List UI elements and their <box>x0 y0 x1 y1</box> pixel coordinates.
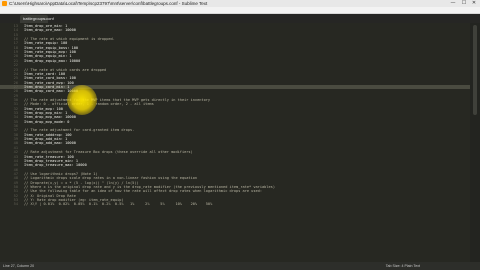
status-bar: Line 27, Column 20 Tab Size: 4 Plain Tex… <box>0 262 480 270</box>
tab-battlegroups-conf[interactable]: battlegroups.conf × <box>20 15 54 23</box>
window-title: C:\Users\Highsaro\AppData\Local\Temp\scp… <box>9 1 208 6</box>
minimize-button[interactable]: — <box>448 0 458 7</box>
code-line[interactable]: 54 // X\Y | 0.01% 0.02% 0.05% 0.1% 0.2% 0… <box>0 202 470 206</box>
code-comment: // X\Y | 0.01% 0.02% 0.05% 0.1% 0.2% 0.5… <box>24 202 213 207</box>
tab-bar: ◂ ▸ battlegroups.conf × ▾ <box>0 14 480 35</box>
close-button[interactable]: ✕ <box>469 0 479 7</box>
menu-bar: File Edit Selection Find View Goto Tools… <box>0 7 480 23</box>
tab-label: battlegroups.conf <box>23 16 54 21</box>
maximize-button[interactable]: ☐ <box>459 0 469 7</box>
editor-area[interactable]: 13 Item_drop_ore_min: 1 14 Item_drop_ore_ma… <box>0 23 480 262</box>
tab-close-icon[interactable]: × <box>44 15 46 23</box>
status-position: Line 27, Column 20 <box>3 264 35 268</box>
scroll-track[interactable] <box>470 23 480 262</box>
status-info: Tab Size: 4 Plain Text <box>385 264 420 268</box>
sublime-app-icon <box>2 1 7 6</box>
line-number: 54 <box>13 202 18 207</box>
scrollbar-thumb[interactable] <box>473 25 477 115</box>
mouse-cursor-highlight <box>67 85 97 115</box>
